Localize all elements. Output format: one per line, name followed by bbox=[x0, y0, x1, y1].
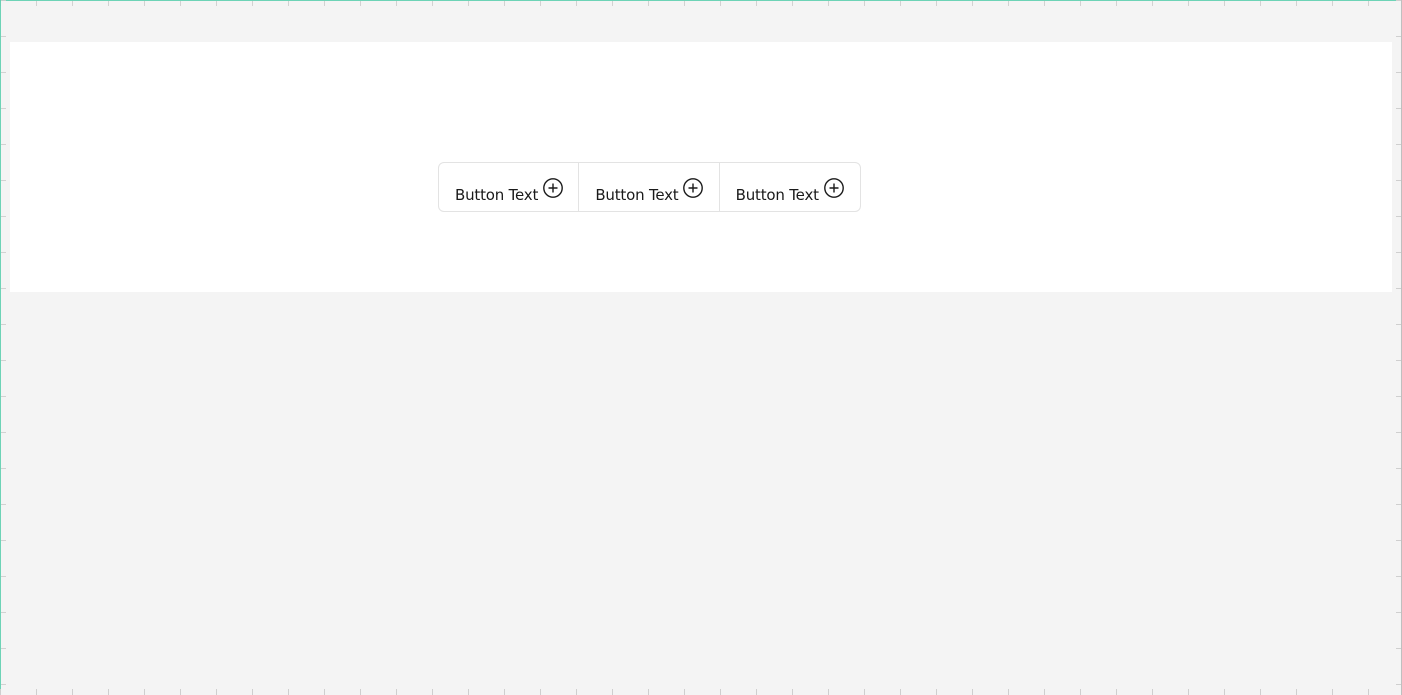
add-circle-icon bbox=[542, 177, 564, 199]
artboard-panel: Button Text Button Text Button Text bbox=[10, 42, 1392, 292]
segment-button-label: Button Text bbox=[735, 186, 819, 204]
add-circle-icon bbox=[823, 177, 845, 199]
segment-button-3[interactable]: Button Text bbox=[720, 163, 860, 211]
canvas-guide-top bbox=[0, 0, 1402, 6]
segment-button-label: Button Text bbox=[595, 186, 679, 204]
segment-button-2[interactable]: Button Text bbox=[579, 163, 720, 211]
segmented-button-group: Button Text Button Text Button Text bbox=[438, 162, 861, 212]
segment-button-label: Button Text bbox=[455, 186, 539, 204]
segment-button-1[interactable]: Button Text bbox=[439, 163, 580, 211]
canvas-guide-right bbox=[1396, 0, 1402, 695]
canvas-guide-bottom bbox=[0, 689, 1402, 695]
add-circle-icon bbox=[682, 177, 704, 199]
canvas-guide-left bbox=[0, 0, 6, 695]
